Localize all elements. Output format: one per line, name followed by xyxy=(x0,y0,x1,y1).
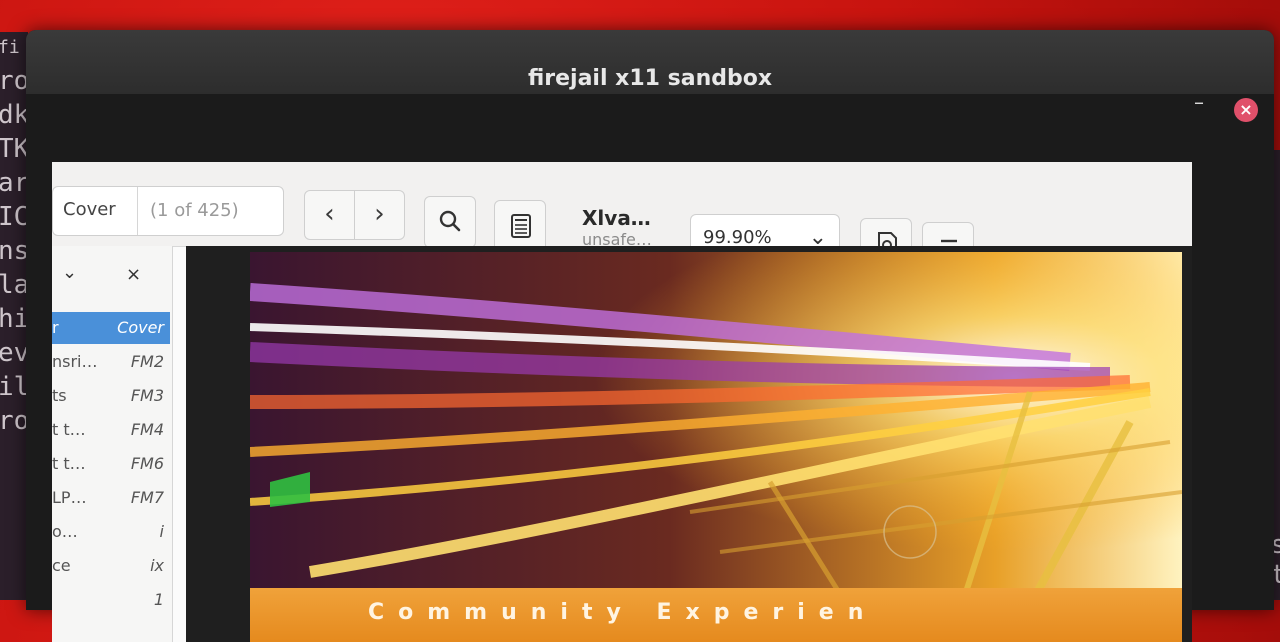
terminal-line: ro xyxy=(0,66,28,96)
outline-item-title: t t… xyxy=(52,454,86,473)
outline-item-page: FM4 xyxy=(130,420,164,439)
outline-item-page: i xyxy=(159,522,164,541)
page-selector[interactable]: Cover (1 of 425) xyxy=(52,186,284,236)
window-title: firejail x11 sandbox xyxy=(527,66,773,91)
firejail-window: firejail x11 sandbox – × Cover (1 of 425… xyxy=(26,30,1274,642)
outline-item-page: ix xyxy=(150,556,164,575)
terminal-line: TK xyxy=(0,134,28,164)
outline-item[interactable]: o… i xyxy=(52,516,170,548)
window-titlebar[interactable]: firejail x11 sandbox – × xyxy=(26,30,1274,122)
outline-item-page: Cover xyxy=(117,318,164,337)
terminal-line: fi xyxy=(0,37,20,58)
window-close-button[interactable]: × xyxy=(1234,98,1258,122)
previous-page-button[interactable]: ‹ xyxy=(304,190,355,240)
next-page-button[interactable]: › xyxy=(354,190,405,240)
outline-item-title: t t… xyxy=(52,420,86,439)
outline-item[interactable]: LP… FM7 xyxy=(52,482,170,514)
outline-item[interactable]: r Cover xyxy=(52,312,170,344)
terminal-line: hi xyxy=(0,304,28,334)
outline-item[interactable]: ce ix xyxy=(52,550,170,582)
chevron-down-icon[interactable]: ⌄ xyxy=(62,262,77,283)
outline-item[interactable]: nsri… FM2 xyxy=(52,346,170,378)
outline-item-page: FM7 xyxy=(130,488,164,507)
outline-item-title: LP… xyxy=(52,488,87,507)
terminal-line: ns xyxy=(0,236,28,266)
search-icon xyxy=(439,210,461,232)
cover-banner: Community Experien xyxy=(250,588,1182,642)
outline-item-title: nsri… xyxy=(52,352,98,371)
window-minimize-button[interactable]: – xyxy=(1194,92,1204,112)
page-label: Cover xyxy=(63,199,116,220)
outline-sidebar: ⌄ × r Cover nsri… FM2 ts FM3 t t… FM4 t … xyxy=(52,246,173,642)
outline-item-title: r xyxy=(52,318,59,337)
sidebar-header: ⌄ × xyxy=(52,246,172,294)
terminal-line: IC xyxy=(0,202,28,232)
terminal-line: la xyxy=(0,270,28,300)
outline-item[interactable]: ts FM3 xyxy=(52,380,170,412)
notes-icon xyxy=(511,214,531,238)
document-title: Xlva… xyxy=(582,206,651,230)
outline-item-title: o… xyxy=(52,522,78,541)
background-terminal-left: fi ro dk TK ar IC ns la hi ev il ro xyxy=(0,32,28,600)
annotations-button[interactable] xyxy=(494,200,546,252)
terminal-line: il xyxy=(0,372,28,402)
outline-item-title: ce xyxy=(52,556,71,575)
outline-item-title: ts xyxy=(52,386,67,405)
viewer-toolbar: Cover (1 of 425) ‹ › Xlva… unsafe… 99.90… xyxy=(52,162,1192,274)
sidebar-close-button[interactable]: × xyxy=(126,264,141,285)
light-trails-illustration xyxy=(250,252,1182,642)
cover-image: Community Experien xyxy=(250,252,1182,642)
outline-item-page: FM2 xyxy=(130,352,164,371)
cover-banner-text: Community Experien xyxy=(368,600,878,625)
outline-item[interactable]: t t… FM4 xyxy=(52,414,170,446)
page-navigation: ‹ › xyxy=(304,190,406,240)
outline-item[interactable]: t t… FM6 xyxy=(52,448,170,480)
outline-item-page: FM3 xyxy=(130,386,164,405)
search-button[interactable] xyxy=(424,196,476,248)
page-count: (1 of 425) xyxy=(137,187,285,235)
document-viewer: Cover (1 of 425) ‹ › Xlva… unsafe… 99.90… xyxy=(52,162,1192,642)
zoom-value: 99.90% xyxy=(703,227,772,248)
terminal-line: ro xyxy=(0,406,28,436)
terminal-line: dk xyxy=(0,100,28,130)
terminal-line: ar xyxy=(0,168,28,198)
outline-item[interactable]: 1 xyxy=(52,584,170,616)
outline-item-page: FM6 xyxy=(130,454,164,473)
terminal-line: ev xyxy=(0,338,28,368)
page-view[interactable]: Community Experien xyxy=(186,246,1192,642)
document-title-block: Xlva… unsafe… xyxy=(582,206,692,249)
